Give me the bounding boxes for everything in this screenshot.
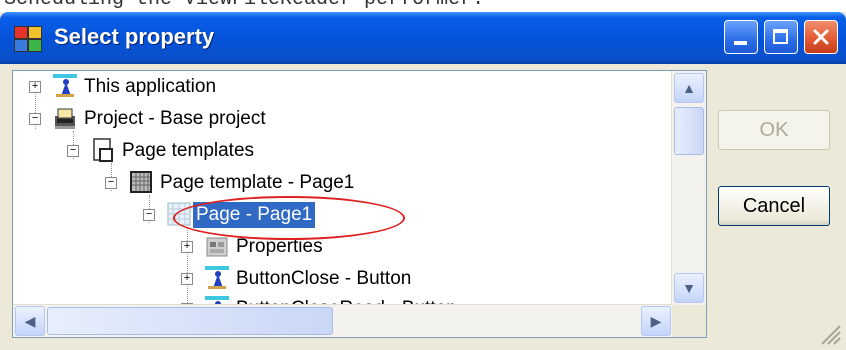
tree-node-this-application[interactable]: + This application: [13, 73, 673, 101]
chevron-up-icon: ▲: [682, 80, 696, 96]
tree-view[interactable]: + This application − Project - Base proj…: [13, 71, 673, 305]
minimize-icon: [734, 41, 747, 45]
tree-node-label: This application: [84, 76, 217, 97]
collapse-toggle[interactable]: −: [105, 177, 117, 189]
expand-toggle[interactable]: +: [181, 241, 193, 253]
chevron-down-icon: ▼: [682, 280, 696, 296]
collapse-toggle[interactable]: −: [29, 113, 41, 125]
property-tree[interactable]: + This application − Project - Base proj…: [12, 70, 707, 338]
vertical-scroll-thumb[interactable]: [674, 107, 704, 155]
tree-node-label: Project - Base project: [84, 108, 266, 129]
horizontal-scroll-thumb[interactable]: [47, 307, 333, 335]
expand-toggle[interactable]: +: [181, 273, 193, 285]
page-template-icon: [130, 171, 152, 193]
collapse-toggle[interactable]: −: [67, 145, 79, 157]
select-property-dialog: Select property + This application − Pro…: [0, 12, 846, 350]
scroll-right-button[interactable]: ▶: [641, 306, 671, 336]
window-title: Select property: [54, 24, 215, 49]
close-icon: [813, 29, 829, 45]
page-templates-icon: [93, 138, 113, 162]
properties-icon: [206, 237, 228, 257]
tree-node-page-template-page1[interactable]: − Page template - Page1: [13, 169, 673, 197]
scroll-up-button[interactable]: ▲: [674, 73, 704, 103]
tree-node-buttonclose[interactable]: + ButtonClose - Button: [13, 265, 673, 293]
minimize-button[interactable]: [724, 20, 758, 54]
tree-node-project[interactable]: − Project - Base project: [13, 105, 673, 133]
scroll-down-button[interactable]: ▼: [674, 273, 704, 303]
collapse-toggle[interactable]: −: [143, 209, 155, 221]
tree-node-label: ButtonClose - Button: [236, 268, 412, 289]
tree-node-label: Page template - Page1: [160, 172, 355, 193]
project-icon: [55, 108, 75, 129]
expand-toggle[interactable]: +: [29, 81, 41, 93]
window-app-icon: [14, 26, 42, 52]
button-component-icon: [205, 266, 229, 289]
caption-text: Scheduling the ViewFileReader performer.: [0, 0, 846, 12]
maximize-icon: [773, 29, 788, 44]
cancel-button[interactable]: Cancel: [718, 186, 830, 226]
tree-node-page-templates[interactable]: − Page templates: [13, 137, 673, 165]
horizontal-scrollbar[interactable]: ◀ ▶: [13, 304, 673, 337]
vertical-scrollbar[interactable]: ▲ ▼: [671, 71, 706, 305]
application-icon: [53, 74, 77, 97]
annotation-ellipse: [173, 196, 405, 240]
title-bar[interactable]: Select property: [0, 12, 846, 64]
close-button[interactable]: [804, 20, 838, 54]
tree-node-label: Page templates: [122, 140, 255, 161]
scroll-left-button[interactable]: ◀: [15, 306, 45, 336]
maximize-button[interactable]: [764, 20, 798, 54]
chevron-left-icon: ◀: [24, 313, 36, 329]
ok-button[interactable]: OK: [718, 110, 830, 150]
resize-grip-icon[interactable]: [818, 322, 842, 346]
chevron-right-icon: ▶: [650, 313, 662, 329]
scrollbar-corner: [672, 305, 706, 337]
